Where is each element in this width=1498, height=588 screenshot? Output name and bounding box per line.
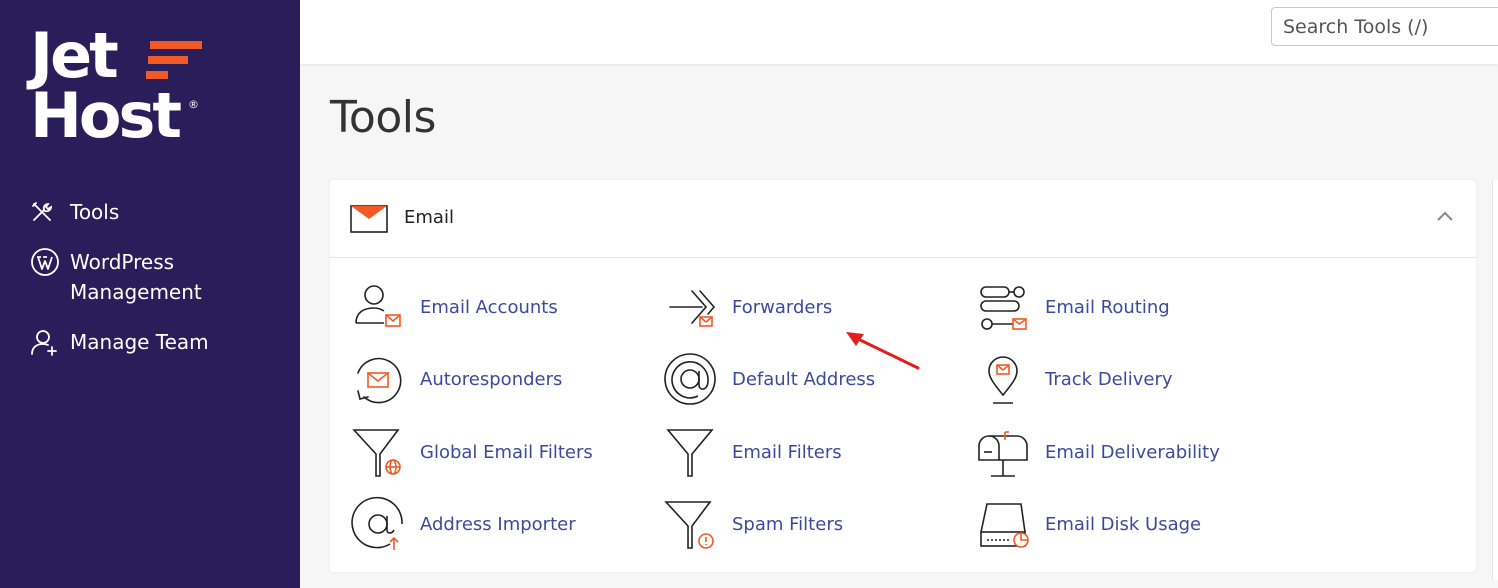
red-annotation-arrow-icon [846, 332, 920, 370]
at-sign-icon [662, 351, 718, 407]
sidebar-item-label: Tools [70, 200, 120, 224]
tool-global-email-filters[interactable]: Global Email Filters [350, 424, 593, 480]
tool-label: Email Filters [732, 441, 842, 463]
global-filter-icon [350, 424, 406, 480]
sidebar-item-wordpress[interactable]: WordPress Management [30, 247, 250, 307]
autoresponders-icon [350, 351, 406, 407]
tool-label: Track Delivery [1045, 368, 1173, 390]
tool-label: Spam Filters [732, 513, 844, 535]
tool-address-importer[interactable]: Address Importer [350, 496, 576, 552]
forwarders-icon [662, 279, 718, 335]
tool-autoresponders[interactable]: Autoresponders [350, 351, 562, 407]
envelope-icon [350, 205, 388, 238]
jethost-logo[interactable]: Jet Host ® [30, 19, 230, 152]
tool-email-disk-usage[interactable]: Email Disk Usage [975, 496, 1201, 552]
tools-icon [30, 197, 60, 227]
sidebar: Jet Host ® Tools WordPress Management Ma… [0, 0, 300, 588]
address-importer-icon [350, 496, 406, 552]
email-panel-header[interactable]: Email [330, 180, 1476, 258]
tool-label: Email Accounts [420, 296, 558, 318]
tool-forwarders[interactable]: Forwarders [662, 279, 832, 335]
top-bar [300, 0, 1498, 64]
wordpress-icon [30, 247, 60, 277]
add-user-icon [30, 327, 60, 357]
registered-mark: ® [188, 98, 199, 111]
chevron-up-icon[interactable] [1435, 209, 1455, 228]
tool-email-filters[interactable]: Email Filters [662, 424, 842, 480]
map-pin-icon [975, 351, 1031, 407]
email-accounts-icon [350, 279, 406, 335]
logo-bar-icon [146, 71, 168, 79]
tool-label: Forwarders [732, 296, 833, 318]
tool-label: Autoresponders [420, 368, 563, 390]
tool-email-routing[interactable]: Email Routing [975, 279, 1170, 335]
adjacent-panel-edge [1492, 180, 1498, 580]
mailbox-icon [975, 424, 1031, 480]
panel-title: Email [404, 207, 454, 228]
page-title: Tools [330, 92, 436, 143]
tool-label: Email Disk Usage [1045, 513, 1202, 535]
tool-label: Global Email Filters [420, 441, 593, 463]
tool-track-delivery[interactable]: Track Delivery [975, 351, 1173, 407]
tool-label: Email Deliverability [1045, 441, 1220, 463]
search-tools-input[interactable] [1271, 7, 1498, 46]
filter-icon [662, 424, 718, 480]
tool-label: Address Importer [420, 513, 576, 535]
logo-text-host: Host [30, 79, 182, 152]
disk-usage-icon [975, 496, 1031, 552]
sidebar-item-label: Manage Team [70, 330, 209, 354]
logo-bar-icon [150, 41, 202, 49]
sidebar-item-manage-team[interactable]: Manage Team [30, 327, 250, 357]
tool-email-accounts[interactable]: Email Accounts [350, 279, 558, 335]
logo-bar-icon [148, 56, 188, 64]
email-routing-icon [975, 279, 1031, 335]
tool-spam-filters[interactable]: Spam Filters [662, 496, 843, 552]
logo-text-jet: Jet [30, 19, 119, 92]
sidebar-item-tools[interactable]: Tools [30, 197, 250, 227]
tool-label: Email Routing [1045, 296, 1170, 318]
spam-filter-icon [662, 496, 718, 552]
sidebar-item-label: WordPress Management [70, 250, 202, 304]
tool-email-deliverability[interactable]: Email Deliverability [975, 424, 1220, 480]
